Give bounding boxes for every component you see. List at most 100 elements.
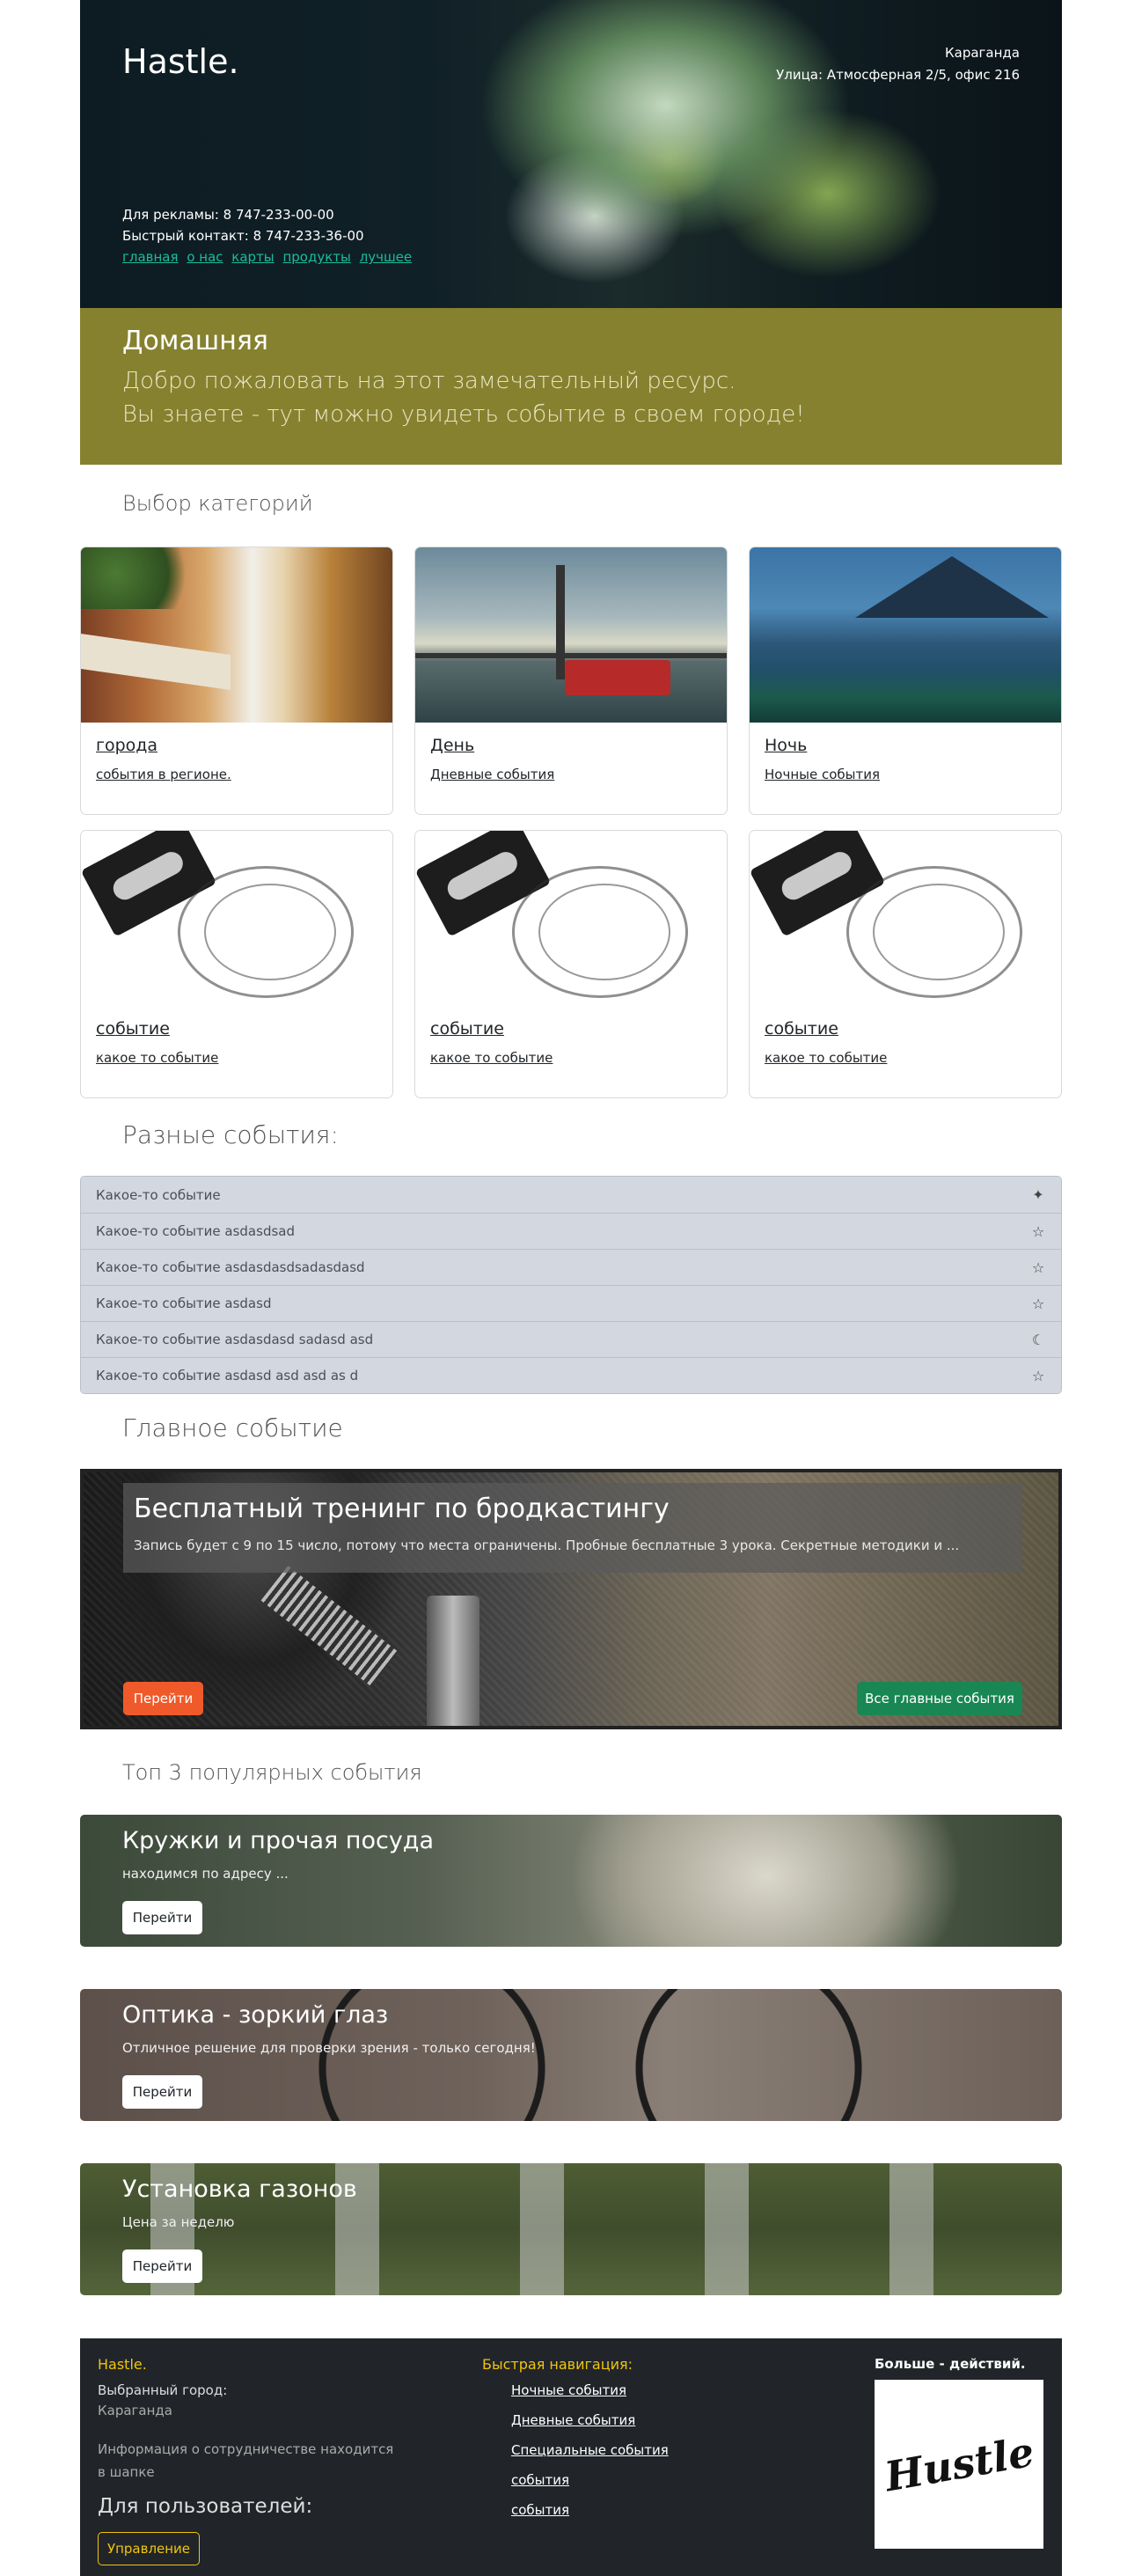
- event-label: Какое-то событие asdasd asd asd as d: [96, 1368, 359, 1383]
- footer-city-value: Караганда: [98, 2403, 172, 2418]
- top-item-go-button[interactable]: Перейти: [122, 2249, 202, 2283]
- top-item-subtitle: Отличное решение для проверки зрения - т…: [122, 2040, 536, 2056]
- top-item-title: Установка газонов: [122, 2176, 357, 2203]
- event-label: Какое-то событие asdasdasdsadasdasd: [96, 1259, 365, 1275]
- header-street: Улица: Атмосферная 2/5, офис 216: [776, 67, 1020, 83]
- footer-nav-heading: Быстрая навигация:: [482, 2356, 633, 2373]
- city-street-image: [81, 547, 392, 723]
- category-subtitle[interactable]: какое то событие: [430, 1050, 553, 1066]
- list-item[interactable]: Какое-то событие asdasd asd asd as d ☆: [81, 1357, 1061, 1393]
- category-card-event[interactable]: событие какое то событие: [749, 830, 1062, 1098]
- footer-link-special[interactable]: Специальные события: [511, 2442, 669, 2458]
- category-title[interactable]: событие: [430, 1019, 504, 1038]
- cassette-image: [415, 831, 727, 1006]
- welcome-title: Домашняя: [122, 326, 268, 356]
- list-item[interactable]: Какое-то событие asdasdsad ☆: [81, 1213, 1061, 1249]
- top-item-banner: Установка газонов Цена за неделю Перейти: [80, 2163, 1062, 2295]
- main-event-description: Запись будет с 9 по 15 число, потому что…: [134, 1538, 960, 1553]
- main-event-caption: Бесплатный тренинг по бродкастингу Запис…: [123, 1483, 1022, 1573]
- footer-more-heading: Больше - действий.: [875, 2356, 1026, 2372]
- moon-stars-icon: ☾: [1031, 1331, 1045, 1348]
- header-city: Караганда: [945, 45, 1020, 61]
- microphone-decor: [427, 1596, 479, 1726]
- category-subtitle[interactable]: события в регионе.: [96, 767, 231, 782]
- header-nav: главная о нас карты продукты лучшее: [122, 246, 416, 268]
- category-subtitle[interactable]: Ночные события: [765, 767, 880, 782]
- top-item-go-button[interactable]: Перейти: [122, 2075, 202, 2109]
- category-card-event[interactable]: событие какое то событие: [414, 830, 728, 1098]
- category-card-night[interactable]: Ночь Ночные события: [749, 547, 1062, 815]
- main-event-go-button[interactable]: Перейти: [123, 1682, 203, 1715]
- list-item[interactable]: Какое-то событие asdasdasd sadasd asd ☾: [81, 1321, 1061, 1357]
- list-item[interactable]: Какое-то событие ✦: [81, 1177, 1061, 1213]
- top-item-banner: Кружки и прочая посуда находимся по адре…: [80, 1815, 1062, 1947]
- category-card-cities[interactable]: города события в регионе.: [80, 547, 393, 815]
- bridge-image: [415, 547, 727, 723]
- footer: Hastle. Выбранный город: Караганда Инфор…: [80, 2338, 1062, 2576]
- quick-contact: Быстрый контакт: 8 747-233-36-00: [122, 228, 364, 244]
- star-icon: ☆: [1031, 1222, 1045, 1240]
- category-title[interactable]: Ночь: [765, 736, 807, 755]
- welcome-banner: Домашняя Добро пожаловать на этот замеча…: [80, 308, 1062, 465]
- category-title[interactable]: событие: [765, 1019, 838, 1038]
- events-heading: Разные события:: [122, 1120, 339, 1149]
- header-contacts: Для рекламы: 8 747-233-00-00 Быстрый кон…: [122, 204, 416, 268]
- sparkles-icon: ✦: [1032, 1186, 1044, 1203]
- event-label: Какое-то событие asdasdasd sadasd asd: [96, 1332, 374, 1347]
- top-item-title: Оптика - зоркий глаз: [122, 2001, 389, 2029]
- footer-link-night[interactable]: Ночные события: [511, 2382, 626, 2398]
- main-event-heading: Главное событие: [122, 1413, 343, 1442]
- ads-contact: Для рекламы: 8 747-233-00-00: [122, 207, 334, 223]
- list-item[interactable]: Какое-то событие asdasdasdsadasdasd ☆: [81, 1249, 1061, 1285]
- footer-link-events-1[interactable]: события: [511, 2472, 569, 2488]
- top-item-go-button[interactable]: Перейти: [122, 1901, 202, 1934]
- nav-best[interactable]: лучшее: [360, 249, 413, 265]
- nav-products[interactable]: продукты: [282, 249, 350, 265]
- footer-link-day[interactable]: Дневные события: [511, 2412, 635, 2428]
- star-icon: ☆: [1031, 1259, 1045, 1276]
- top-item-subtitle: Цена за неделю: [122, 2214, 235, 2230]
- main-event-title: Бесплатный тренинг по бродкастингу: [134, 1493, 670, 1524]
- manage-button[interactable]: Управление: [98, 2532, 200, 2565]
- nav-home[interactable]: главная: [122, 249, 179, 265]
- hustle-logo-text: Hustle: [881, 2427, 1037, 2501]
- list-item[interactable]: Какое-то событие asdasd ☆: [81, 1285, 1061, 1321]
- footer-users-heading: Для пользователей:: [98, 2495, 313, 2518]
- main-event-banner: Бесплатный тренинг по бродкастингу Запис…: [80, 1469, 1062, 1729]
- all-main-events-button[interactable]: Все главные события: [857, 1682, 1022, 1715]
- mic-grille-decor: [260, 1566, 399, 1687]
- category-title[interactable]: города: [96, 736, 157, 755]
- category-subtitle[interactable]: какое то событие: [765, 1050, 887, 1066]
- top3-heading: Топ 3 популярных события: [122, 1760, 422, 1785]
- star-icon: ☆: [1031, 1367, 1045, 1384]
- mountain-night-image: [750, 547, 1061, 723]
- nav-about[interactable]: о нас: [187, 249, 223, 265]
- welcome-line-1: Добро пожаловать на этот замечательный р…: [122, 368, 736, 394]
- cassette-image: [750, 831, 1061, 1006]
- category-card-event[interactable]: событие какое то событие: [80, 830, 393, 1098]
- event-label: Какое-то событие asdasdsad: [96, 1223, 295, 1239]
- footer-city-label: Выбранный город:: [98, 2382, 228, 2398]
- events-list: Какое-то событие ✦ Какое-то событие asda…: [80, 1176, 1062, 1394]
- footer-link-events-2[interactable]: события: [511, 2502, 569, 2518]
- top-item-subtitle: находимся по адресу ...: [122, 1866, 289, 1882]
- top-item-title: Кружки и прочая посуда: [122, 1827, 435, 1854]
- category-title[interactable]: событие: [96, 1019, 170, 1038]
- category-card-day[interactable]: День Дневные события: [414, 547, 728, 815]
- categories-heading: Выбор категорий: [122, 491, 313, 516]
- category-title[interactable]: День: [430, 736, 474, 755]
- header-address: Караганда Улица: Атмосферная 2/5, офис 2…: [776, 42, 1020, 86]
- footer-brand: Hastle.: [98, 2356, 147, 2373]
- category-subtitle[interactable]: какое то событие: [96, 1050, 218, 1066]
- header-hero: Hastle. Караганда Улица: Атмосферная 2/5…: [80, 0, 1062, 308]
- event-label: Какое-то событие: [96, 1186, 221, 1203]
- event-label: Какое-то событие asdasd: [96, 1295, 272, 1311]
- site-logo[interactable]: Hastle.: [122, 42, 239, 81]
- welcome-line-2: Вы знаете - тут можно увидеть событие в …: [122, 401, 805, 428]
- hustle-logo-image[interactable]: Hustle: [875, 2380, 1043, 2549]
- cassette-image: [81, 831, 392, 1006]
- category-subtitle[interactable]: Дневные события: [430, 767, 554, 782]
- nav-maps[interactable]: карты: [231, 249, 274, 265]
- top-item-banner: Оптика - зоркий глаз Отличное решение дл…: [80, 1989, 1062, 2121]
- star-icon: ☆: [1031, 1295, 1045, 1312]
